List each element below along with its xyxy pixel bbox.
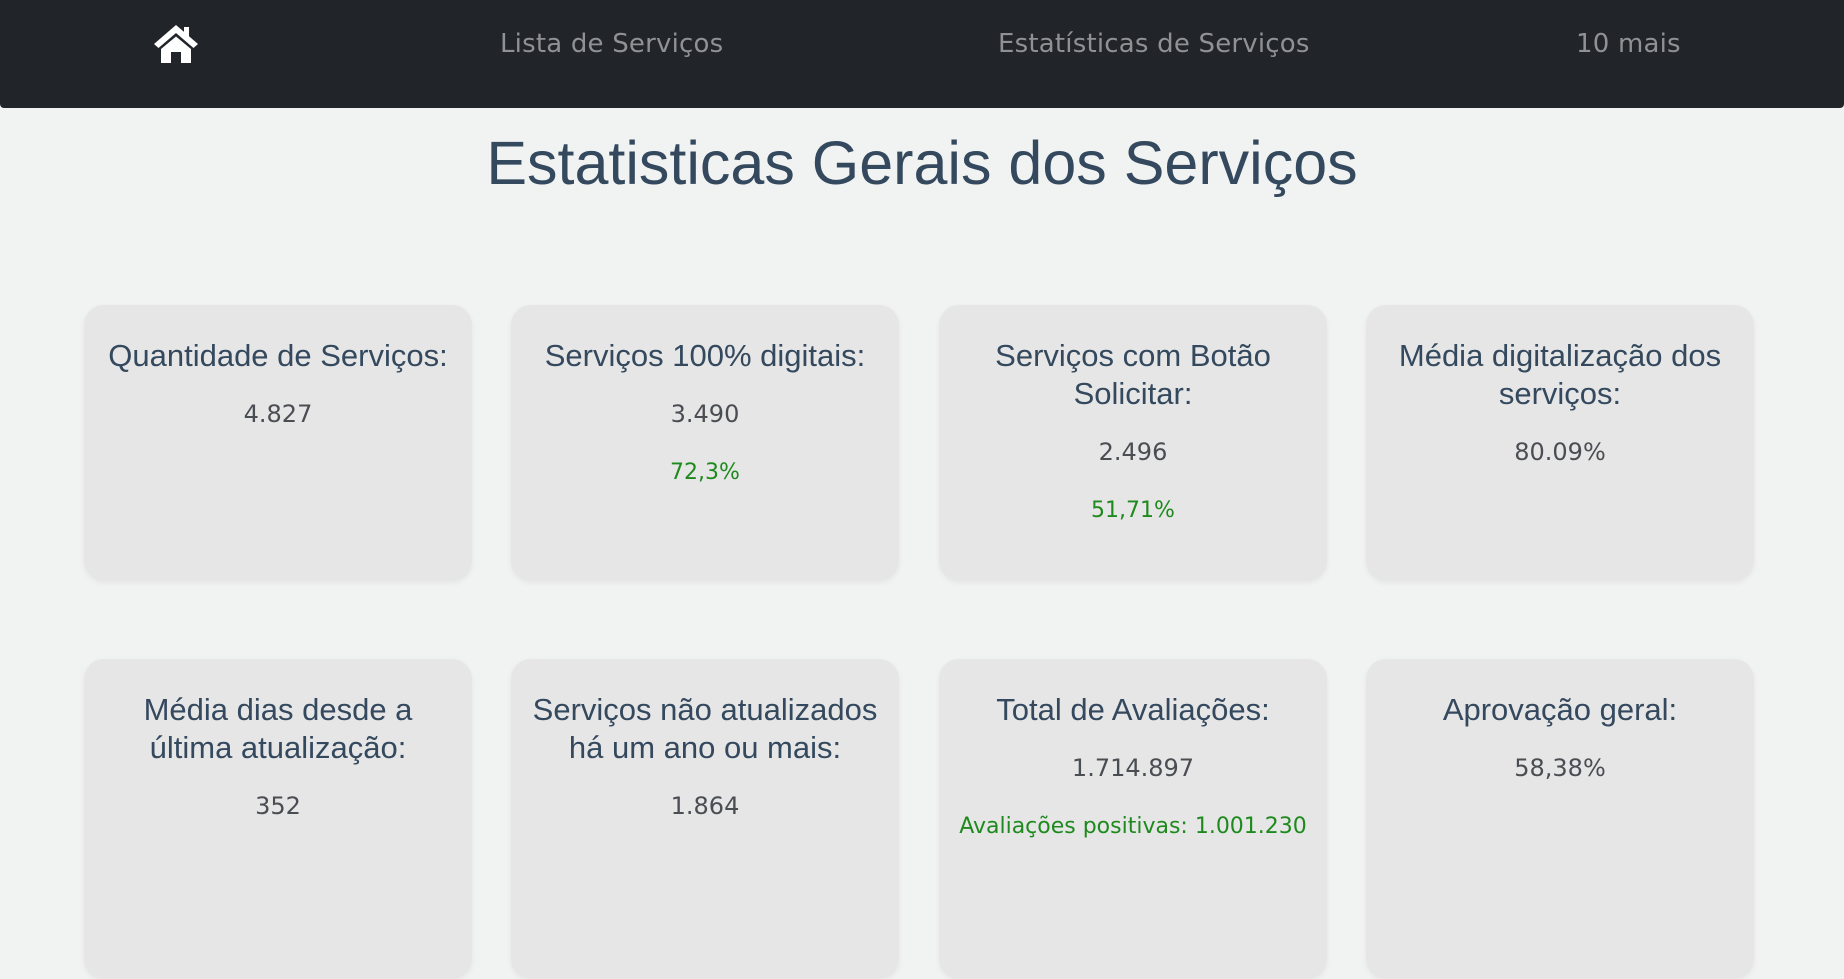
stat-card-value: 352: [255, 792, 301, 820]
nav-link-lista-servicos[interactable]: Lista de Serviços: [500, 29, 723, 59]
stat-card-value: 80.09%: [1514, 438, 1606, 466]
stat-card-title: Aprovação geral:: [1442, 692, 1678, 727]
stat-card-media-digitalizacao: Média digitalização dos serviços: 80.09%: [1366, 305, 1754, 581]
page-title: Estatisticas Gerais dos Serviços: [486, 129, 1358, 197]
stat-card-positive-reviews: Avaliações positivas: 1.001.230: [959, 814, 1307, 839]
stat-card-title: Serviços com Botão Solicitar:: [995, 338, 1271, 411]
stat-card-title: Média digitalização dos serviços:: [1398, 338, 1722, 411]
stat-card-media-dias-atualizacao: Média dias desde a última atualização: 3…: [84, 659, 472, 979]
stat-card-nao-atualizados: Serviços não atualizados há um ano ou ma…: [511, 659, 899, 979]
stat-card-title: Serviços não atualizados há um ano ou ma…: [532, 692, 878, 765]
stat-card-quantidade-servicos: Quantidade de Serviços: 4.827: [84, 305, 472, 581]
stat-card-total-avaliacoes: Total de Avaliações: 1.714.897 Avaliaçõe…: [939, 659, 1327, 979]
stat-card-aprovacao-geral: Aprovação geral: 58,38%: [1366, 659, 1754, 979]
stat-card-value: 3.490: [670, 400, 740, 428]
stat-card-title: Quantidade de Serviços:: [108, 338, 448, 373]
nav-link-10-mais[interactable]: 10 mais: [1576, 29, 1681, 59]
top-navbar: Lista de Serviços Estatísticas de Serviç…: [0, 0, 1844, 108]
stat-card-botao-solicitar: Serviços com Botão Solicitar: 2.496 51,7…: [939, 305, 1327, 581]
nav-link-estatisticas-servicos[interactable]: Estatísticas de Serviços: [998, 29, 1310, 59]
stat-card-percentage: 72,3%: [670, 460, 740, 485]
home-icon[interactable]: [152, 22, 200, 64]
stat-card-title: Média dias desde a última atualização:: [143, 692, 413, 765]
stat-card-value: 58,38%: [1514, 754, 1606, 782]
stat-card-value: 1.864: [670, 792, 740, 820]
stat-card-title: Serviços 100% digitais:: [544, 338, 866, 373]
stat-card-value: 4.827: [243, 400, 313, 428]
stat-card-value: 1.714.897: [1071, 754, 1195, 782]
stat-card-servicos-digitais: Serviços 100% digitais: 3.490 72,3%: [511, 305, 899, 581]
stat-card-title: Total de Avaliações:: [996, 692, 1270, 727]
stat-card-value: 2.496: [1098, 438, 1168, 466]
stat-card-percentage: 51,71%: [1091, 498, 1175, 523]
